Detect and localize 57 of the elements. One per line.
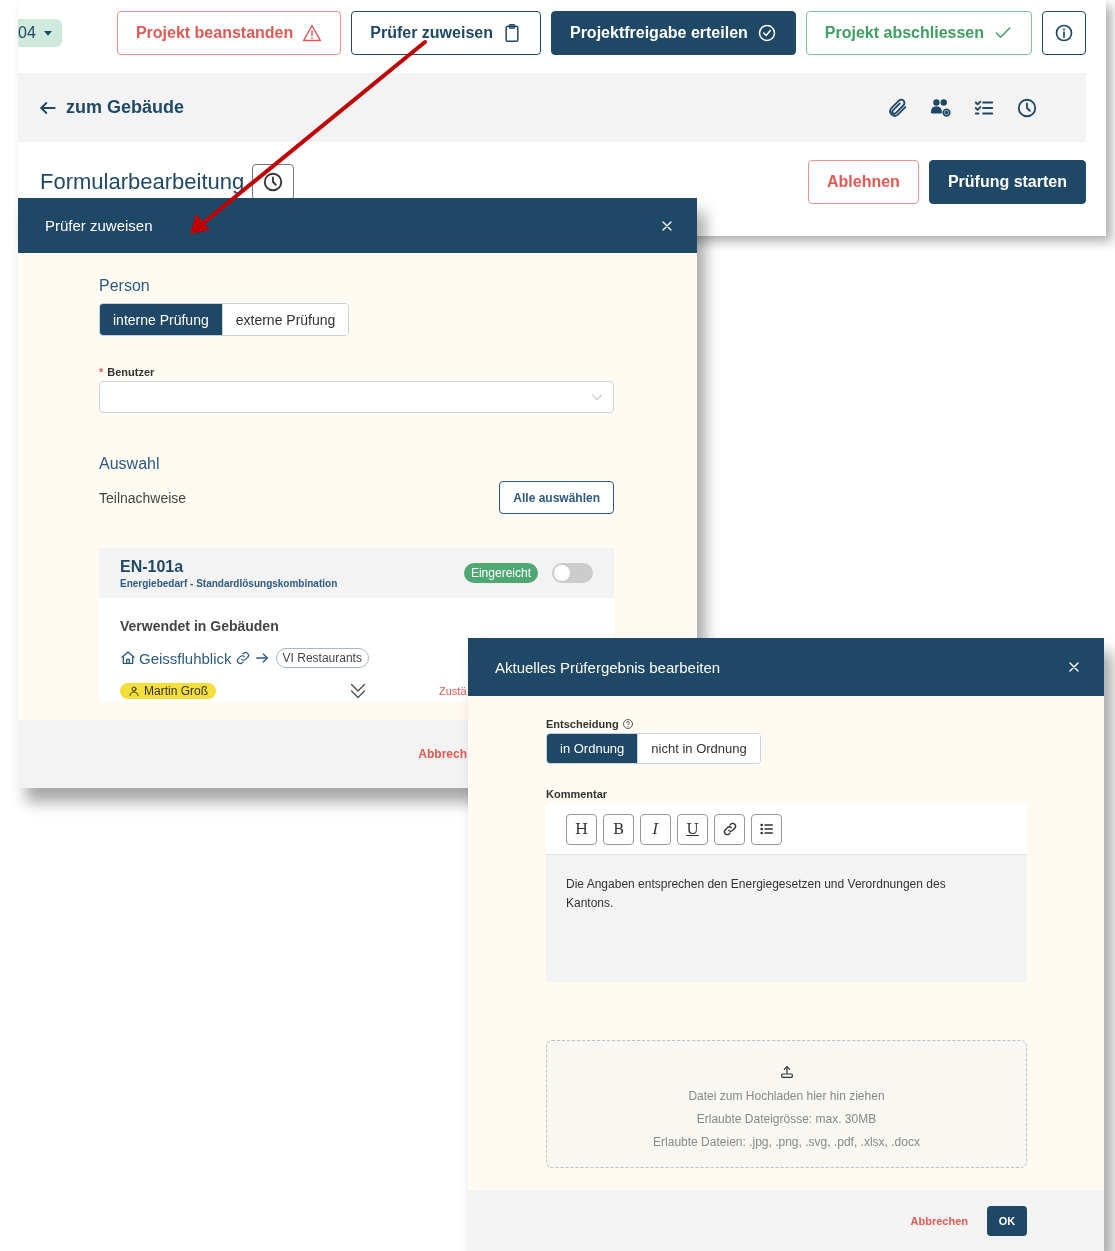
paperclip-icon[interactable] (887, 96, 909, 119)
select-all-button[interactable]: Alle auswählen (499, 481, 614, 514)
clock-icon (262, 171, 285, 193)
section-heading: Person (99, 277, 151, 295)
segment-option[interactable]: externe Prüfung (221, 304, 349, 335)
info-icon (1054, 23, 1074, 43)
toggle-switch[interactable] (552, 563, 593, 583)
status-badge: Eingereicht (463, 563, 538, 583)
field-label: Benutzer (107, 366, 155, 378)
clock-icon[interactable] (1016, 96, 1038, 119)
help-icon[interactable] (621, 718, 634, 730)
italic-tool-button[interactable]: I (640, 813, 671, 845)
segment-option[interactable]: in Ordnung (547, 734, 638, 763)
dialog-title: Prüfer zuweisen (45, 217, 153, 234)
people-icon[interactable] (930, 96, 952, 119)
heading-tool-button[interactable]: H (566, 813, 597, 845)
project-selector[interactable]: 04 (18, 19, 62, 47)
building-link[interactable]: Geissfluhblick (139, 649, 232, 667)
section-label: Verwendet in Gebäuden (120, 618, 280, 634)
check-circle-icon (756, 23, 777, 43)
page-title: Formularbearbeitung (40, 169, 245, 195)
list-tool-button[interactable] (751, 813, 782, 845)
assignee-badge: Martin Groß (120, 683, 216, 699)
dialog-title: Aktuelles Prüfergebnis bearbeiten (495, 658, 721, 676)
responsibility-text: Zustä (439, 685, 467, 697)
item-code: EN-101a (120, 557, 185, 576)
back-link[interactable]: zum Gebäude (38, 97, 185, 118)
upload-icon (778, 1063, 795, 1080)
action-button[interactable]: Projekt beanstanden (116, 11, 342, 55)
field-label: Entscheidung (546, 718, 619, 730)
user-icon (128, 685, 140, 697)
underline-tool-button[interactable]: U (677, 813, 708, 845)
start-review-button[interactable]: Prüfung starten (928, 160, 1086, 204)
upload-hint: Datei zum Hochladen hier hin ziehen (688, 1088, 885, 1103)
required-mark: * (99, 366, 104, 378)
arrow-right-icon (253, 650, 270, 666)
segment-option[interactable]: interne Prüfung (100, 304, 222, 335)
comment-text[interactable]: Die Angaben entsprechen den Energiegesetzen und Verordnungen des Kantons. (546, 855, 1027, 982)
link-icon (234, 650, 251, 666)
upload-types-note: Erlaubte Dateien: .jpg, .png, .svg, .pdf, .xlsx, .docx (653, 1134, 920, 1149)
section-heading: Auswahl (99, 455, 161, 473)
link-tool-button[interactable] (714, 813, 745, 845)
link-icon (721, 821, 738, 837)
warning-icon (302, 23, 323, 43)
section-label: Teilnachweise (99, 489, 187, 506)
info-button[interactable] (1042, 11, 1086, 55)
bold-tool-button[interactable]: B (603, 813, 634, 845)
ok-button[interactable]: OK (987, 1205, 1027, 1236)
action-button[interactable]: Prüfer zuweisen (351, 11, 541, 55)
action-button[interactable]: Projektfreigabe erteilen (550, 11, 796, 55)
upload-size-note: Erlaubte Dateigrösse: max. 30MB (696, 1111, 877, 1126)
reject-button[interactable]: Ablehnen (808, 160, 919, 204)
item-description: Energiebedarf - Standardlösungskombination (120, 577, 338, 589)
bullet-list-icon (758, 821, 775, 837)
segment-option[interactable]: nicht in Ordnung (637, 734, 760, 763)
field-label: Kommentar (546, 788, 609, 800)
house-icon (120, 650, 136, 666)
